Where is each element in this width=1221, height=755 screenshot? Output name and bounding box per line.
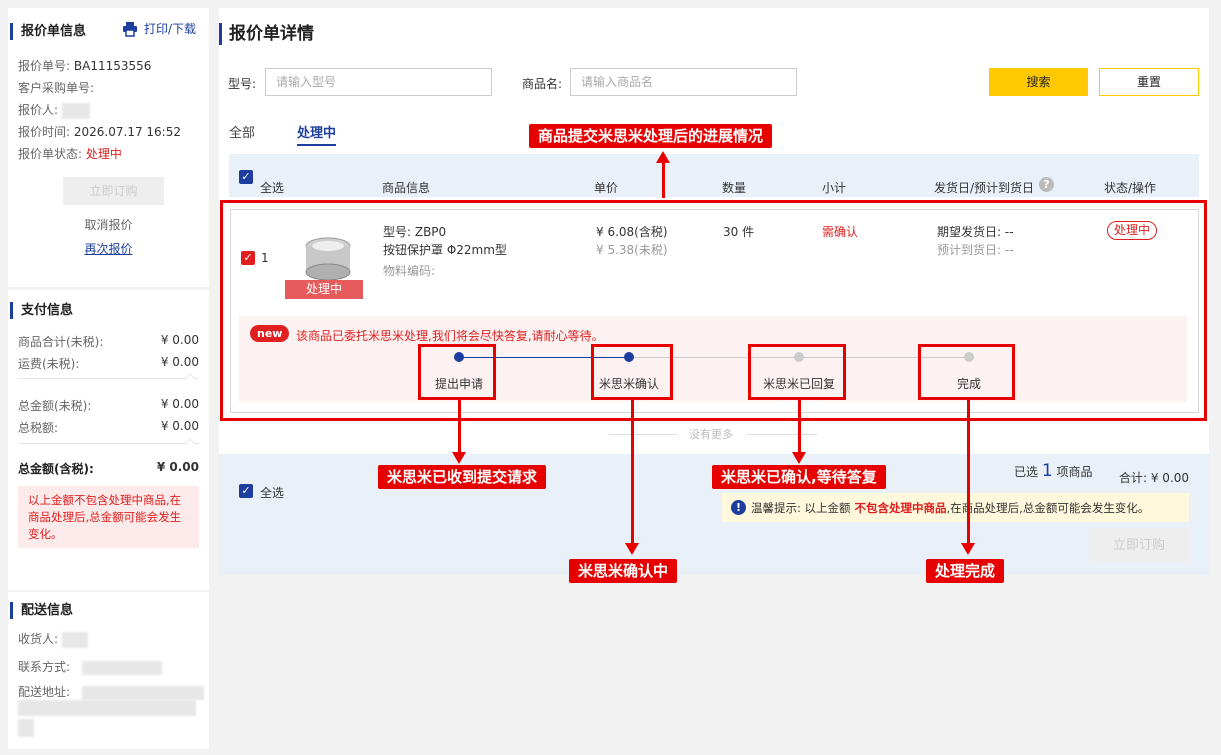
footer-select-all-label: 全选 <box>260 486 285 500</box>
address-redacted-3 <box>18 719 34 737</box>
tax-row: 总税额: ¥ 0.00 <box>18 419 199 435</box>
quote-info-title: 报价单信息 <box>10 23 86 40</box>
payment-notice: 以上金额不包含处理中商品,在商品处理后,总金额可能会发生变化。 <box>18 486 199 548</box>
quote-info-panel: 报价单信息 打印/下载 报价单号: BA11153556 客户采购单号: 报价人… <box>8 8 209 287</box>
address-row: 配送地址: <box>18 683 204 700</box>
reset-button[interactable]: 重置 <box>1099 68 1199 96</box>
header-quantity: 数量 <box>722 181 747 195</box>
divider <box>18 378 199 379</box>
total-taxed-row: 总金额(含税): ¥ 0.00 <box>18 460 199 476</box>
step-highlight-1 <box>418 344 496 400</box>
model-label: 型号: <box>228 77 257 91</box>
select-all-label: 全选 <box>260 181 285 195</box>
help-icon[interactable]: ? <box>1039 177 1054 192</box>
header-product-info: 商品信息 <box>382 181 431 195</box>
divider <box>18 443 199 444</box>
quote-status-row: 报价单状态: 处理中 <box>18 147 122 161</box>
quoter-row: 报价人: <box>18 101 90 119</box>
footer-total: 合计: ¥ 0.00 <box>1119 471 1190 485</box>
order-now-button[interactable]: 立即订购 <box>1089 528 1189 563</box>
header-unit-price: 单价 <box>594 181 619 195</box>
address-redacted-2 <box>18 700 196 716</box>
divider-notch <box>184 373 196 385</box>
footer-tip: ! 温馨提示: 以上金额 不包含处理中商品 ,在商品处理后,总金额可能会发生变化。 <box>722 493 1189 522</box>
total-untaxed-row: 总金额(未税): ¥ 0.00 <box>18 397 199 413</box>
step-highlight-3 <box>748 344 846 400</box>
name-label: 商品名: <box>522 77 563 91</box>
print-download-link[interactable]: 打印/下载 <box>122 20 196 37</box>
divider-notch <box>184 438 196 450</box>
footer-select-all-checkbox[interactable]: ✓ <box>239 484 253 498</box>
cancel-quote-link[interactable]: 取消报价 <box>8 216 209 233</box>
annotation-done: 处理完成 <box>926 559 1005 583</box>
total-untaxed: ¥ 0.00 <box>160 397 199 411</box>
payment-title: 支付信息 <box>10 302 73 319</box>
goods-total: ¥ 0.00 <box>160 333 199 347</box>
quote-time: 2026.07.17 16:52 <box>73 125 181 139</box>
no-more-text: 没有更多 <box>689 428 733 441</box>
quote-no-row: 报价单号: BA11153556 <box>18 59 152 73</box>
arrow-head-3 <box>792 452 806 464</box>
select-all-checkbox[interactable]: ✓ <box>239 170 253 184</box>
info-icon: ! <box>731 500 746 515</box>
shipping-title: 配送信息 <box>10 602 73 619</box>
item-highlight-box <box>220 200 1207 421</box>
freight-row: 运费(未税): ¥ 0.00 <box>18 355 199 371</box>
arrow-head-progress <box>656 151 670 163</box>
contact-redacted <box>81 660 162 675</box>
tab-processing[interactable]: 处理中 <box>297 122 337 146</box>
arrow-head-2 <box>625 543 639 555</box>
product-name-input[interactable] <box>570 68 797 96</box>
table-header <box>229 154 1199 197</box>
shipping-panel: 配送信息 收货人: 联系方式: 配送地址: <box>8 592 209 749</box>
model-input[interactable] <box>265 68 492 96</box>
arrow-shaft-progress <box>662 160 665 198</box>
annotation-confirmed: 米思米已确认,等待答复 <box>712 465 886 489</box>
annotation-received: 米思米已收到提交请求 <box>378 465 547 489</box>
tax: ¥ 0.00 <box>160 419 199 433</box>
receiver-redacted <box>61 631 88 648</box>
arrow-head-1 <box>452 452 466 464</box>
printer-icon <box>123 21 137 37</box>
arrow-shaft-4 <box>967 400 970 543</box>
quote-no: BA11153556 <box>73 59 152 73</box>
goods-total-row: 商品合计(未税): ¥ 0.00 <box>18 333 199 349</box>
total-taxed: ¥ 0.00 <box>156 460 199 474</box>
arrow-head-4 <box>961 543 975 555</box>
search-button[interactable]: 搜索 <box>989 68 1088 96</box>
quote-status: 处理中 <box>85 147 122 161</box>
print-download-label: 打印/下载 <box>144 22 197 36</box>
customer-po-row: 客户采购单号: <box>18 81 95 95</box>
quote-time-row: 报价时间: 2026.07.17 16:52 <box>18 125 181 139</box>
order-now-button-left[interactable]: 立即订购 <box>63 177 164 205</box>
annotation-progress: 商品提交米思米处理后的进展情况 <box>529 124 773 148</box>
tab-all[interactable]: 全部 <box>229 122 255 141</box>
page-title: 报价单详情 <box>219 23 314 45</box>
quoter-redacted <box>61 102 90 119</box>
selected-count: 1 <box>1041 461 1053 481</box>
header-status-action: 状态/操作 <box>1104 181 1157 195</box>
contact-row: 联系方式: <box>18 658 162 675</box>
freight: ¥ 0.00 <box>160 355 199 369</box>
payment-panel: 支付信息 商品合计(未税): ¥ 0.00 运费(未税): ¥ 0.00 总金额(未… <box>8 290 209 590</box>
header-ship-date: 发货日/预计到货日 <box>934 181 1035 195</box>
annotation-confirming: 米思米确认中 <box>569 559 678 583</box>
no-more-line-right <box>747 434 817 435</box>
requote-link[interactable]: 再次报价 <box>8 240 209 257</box>
header-subtotal: 小计 <box>822 181 847 195</box>
step-highlight-4 <box>918 344 1015 400</box>
no-more-line-left <box>609 434 677 435</box>
arrow-shaft-3 <box>798 400 801 452</box>
selected-count-text: 已选 1 项商品 <box>1014 461 1093 481</box>
receiver-row: 收货人: <box>18 630 88 648</box>
arrow-shaft-2 <box>631 400 634 543</box>
address-redacted <box>81 685 204 700</box>
step-highlight-2 <box>591 344 673 400</box>
arrow-shaft-1 <box>458 400 461 452</box>
